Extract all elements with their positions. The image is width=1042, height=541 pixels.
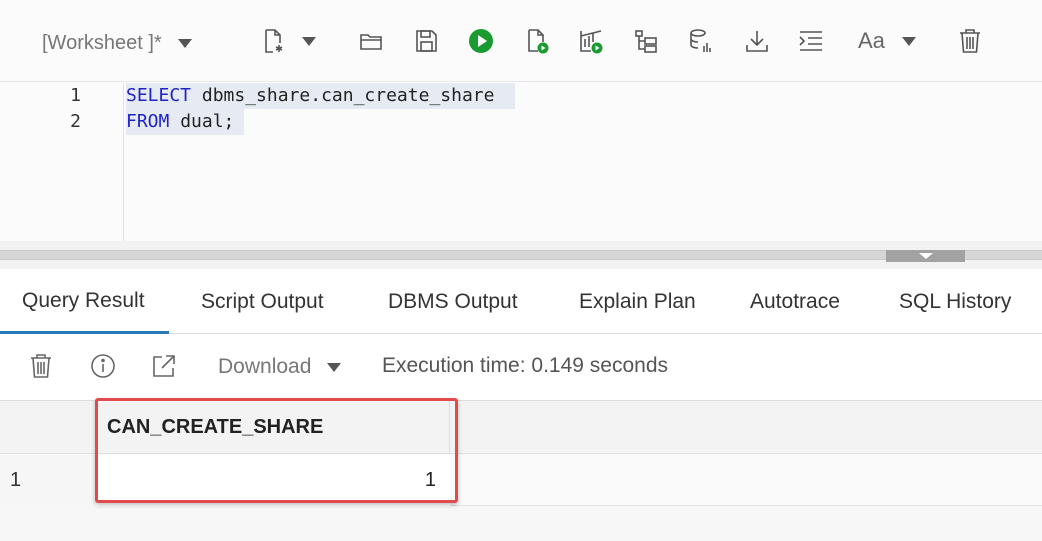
new-file-chevron-icon[interactable] bbox=[302, 37, 316, 46]
code-line[interactable]: FROM dual; bbox=[126, 109, 245, 135]
table-cell[interactable]: 1 bbox=[96, 455, 450, 506]
splitter-collapse-handle[interactable] bbox=[886, 250, 965, 262]
tab-dbms-output[interactable]: DBMS Output bbox=[388, 270, 518, 334]
line-number-gutter: 1 2 bbox=[0, 83, 124, 241]
worksheet-label: [Worksheet ]* bbox=[42, 31, 162, 54]
sql-text: dbms_share.can_create_share bbox=[191, 85, 506, 106]
column-header[interactable]: CAN_CREATE_SHARE bbox=[96, 401, 450, 454]
table-row[interactable]: 1 1 bbox=[0, 455, 1042, 506]
run-statement-icon[interactable] bbox=[466, 26, 496, 56]
tab-autotrace[interactable]: Autotrace bbox=[750, 270, 840, 334]
sql-history-icon[interactable] bbox=[686, 26, 716, 56]
save-icon[interactable] bbox=[411, 26, 441, 56]
worksheet-selector[interactable]: [Worksheet ]* bbox=[42, 28, 192, 58]
explain-plan-icon[interactable] bbox=[631, 26, 661, 56]
result-grid: CAN_CREATE_SHARE 1 1 bbox=[0, 400, 1042, 541]
grid-header: CAN_CREATE_SHARE bbox=[0, 401, 1042, 454]
trash-icon[interactable] bbox=[26, 351, 56, 381]
sql-text: dual; bbox=[169, 111, 235, 132]
autotrace-icon[interactable] bbox=[576, 26, 606, 56]
row-number: 1 bbox=[0, 455, 96, 506]
font-size-chevron-icon[interactable] bbox=[902, 37, 916, 46]
format-icon[interactable] bbox=[796, 26, 826, 56]
font-size-icon[interactable]: Aa bbox=[858, 28, 885, 54]
download-label: Download bbox=[218, 355, 312, 378]
download-dropdown[interactable]: Download bbox=[218, 355, 342, 379]
results-toolbar: Download Execution time: 0.149 seconds bbox=[0, 335, 1042, 399]
info-icon[interactable] bbox=[88, 351, 118, 381]
tab-sql-history[interactable]: SQL History bbox=[899, 270, 1011, 334]
tab-explain-plan[interactable]: Explain Plan bbox=[579, 270, 696, 334]
output-tabs: Query Result Script Output DBMS Output E… bbox=[0, 270, 1042, 334]
sql-keyword: FROM bbox=[126, 111, 170, 132]
run-script-icon[interactable] bbox=[522, 26, 552, 56]
pane-splitter[interactable] bbox=[0, 241, 1042, 269]
new-file-icon[interactable] bbox=[258, 26, 288, 56]
worksheet-toolbar: [Worksheet ]* Aa bbox=[0, 0, 1042, 82]
triangle-down-icon bbox=[918, 253, 933, 259]
clear-icon[interactable] bbox=[955, 26, 985, 56]
chevron-down-icon bbox=[177, 38, 192, 48]
execution-time: Execution time: 0.149 seconds bbox=[382, 354, 669, 377]
line-number: 1 bbox=[70, 85, 81, 106]
sql-keyword: SELECT bbox=[126, 85, 192, 106]
chevron-down-icon bbox=[327, 362, 342, 372]
code-line[interactable]: SELECT dbms_share.can_create_share bbox=[126, 83, 516, 109]
line-number: 2 bbox=[70, 111, 81, 132]
sql-editor[interactable]: 1 2 SELECT dbms_share.can_create_share F… bbox=[0, 83, 1042, 241]
download-icon[interactable] bbox=[742, 26, 772, 56]
tab-query-result[interactable]: Query Result bbox=[0, 270, 169, 334]
open-external-icon[interactable] bbox=[149, 351, 179, 381]
tab-script-output[interactable]: Script Output bbox=[201, 270, 324, 334]
open-folder-icon[interactable] bbox=[356, 26, 386, 56]
